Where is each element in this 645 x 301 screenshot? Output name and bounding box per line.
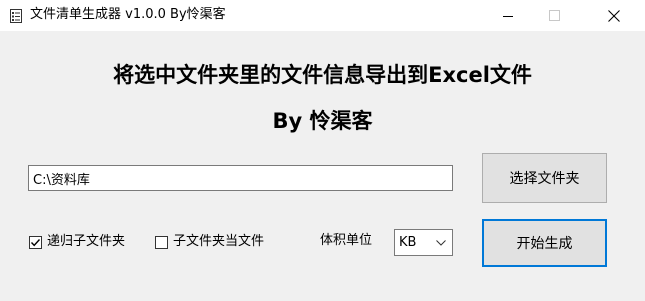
recursive-label: 递归子文件夹 — [47, 234, 126, 249]
title-bar: 文件清单生成器 v1.0.0 By怜渠客 — [0, 0, 645, 31]
select-folder-button[interactable]: 选择文件夹 — [482, 153, 607, 203]
size-unit-select[interactable]: KB — [394, 229, 453, 256]
folder-path-input[interactable] — [28, 165, 453, 191]
select-folder-label: 选择文件夹 — [509, 171, 580, 187]
size-unit-label: 体积单位 — [320, 233, 373, 248]
chevron-down-icon — [433, 239, 449, 246]
close-button[interactable] — [591, 0, 637, 31]
checkbox-checked-icon[interactable] — [29, 235, 42, 249]
window-title: 文件清单生成器 v1.0.0 By怜渠客 — [30, 7, 226, 22]
headline-description: 将选中文件夹里的文件信息导出到Excel文件 — [113, 63, 532, 87]
checkbox-unchecked-icon[interactable] — [155, 235, 168, 249]
subfolder-as-file-label: 子文件夹当文件 — [173, 234, 265, 249]
subfolder-as-file-checkbox[interactable]: 子文件夹当文件 — [155, 234, 264, 250]
recursive-checkbox[interactable]: 递归子文件夹 — [29, 234, 125, 250]
maximize-button[interactable] — [531, 0, 577, 31]
minimize-button[interactable] — [485, 0, 531, 31]
document-list-icon — [8, 8, 24, 24]
minimize-icon — [503, 11, 513, 21]
size-unit-value: KB — [399, 235, 417, 250]
start-generate-label: 开始生成 — [516, 236, 573, 252]
close-icon — [608, 9, 620, 22]
maximize-icon — [548, 10, 560, 21]
headline-author: By 怜渠客 — [272, 109, 373, 133]
start-generate-button[interactable]: 开始生成 — [482, 219, 607, 267]
